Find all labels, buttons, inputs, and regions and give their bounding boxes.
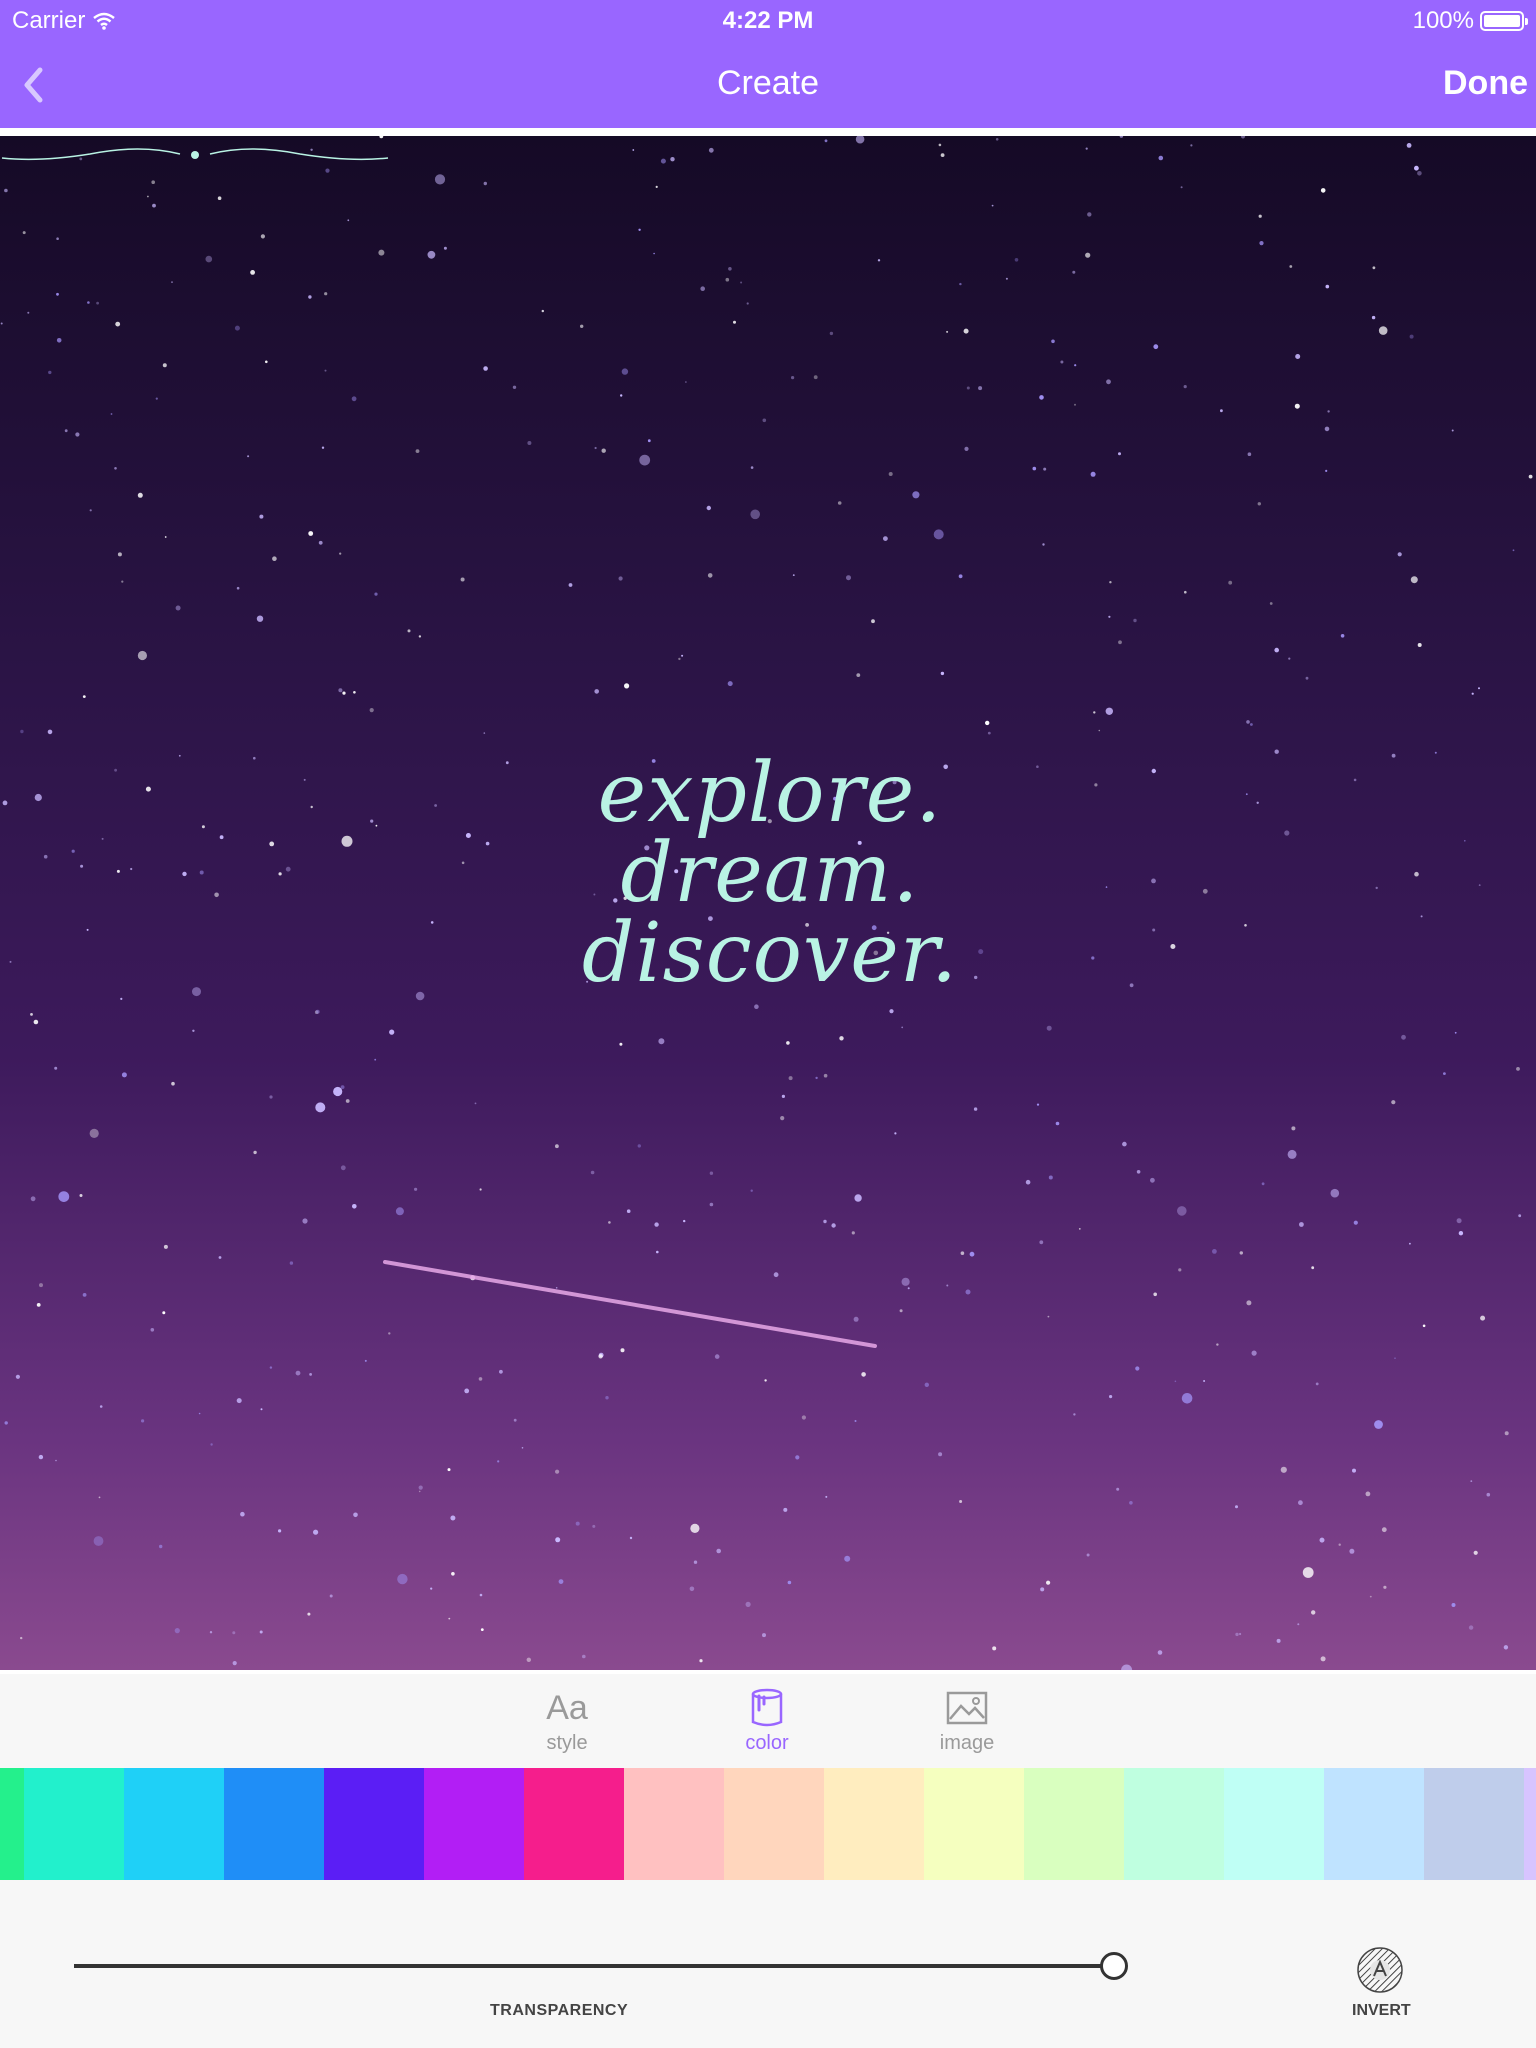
color-swatch[interactable]: [324, 1768, 424, 1880]
color-swatch[interactable]: [24, 1768, 124, 1880]
tab-image[interactable]: image: [912, 1684, 1022, 1755]
battery-icon: [1480, 11, 1528, 31]
color-swatch[interactable]: [1424, 1768, 1524, 1880]
color-swatch[interactable]: [1324, 1768, 1424, 1880]
text-style-icon: Aa: [546, 1688, 588, 1727]
page-title: Create: [716, 64, 820, 102]
color-swatch[interactable]: [1124, 1768, 1224, 1880]
tab-color[interactable]: color: [712, 1684, 822, 1755]
color-swatch[interactable]: [1024, 1768, 1124, 1880]
editor-toolbar: Aa style color image: [0, 1670, 1536, 1774]
color-swatch[interactable]: [1524, 1768, 1536, 1880]
paint-bucket-icon: [751, 1688, 783, 1727]
clock: 4:22 PM: [722, 7, 814, 34]
status-bar: Carrier 4:22 PM 100%: [0, 0, 1536, 42]
divider: [0, 128, 1536, 136]
invert-label: INVERT: [1352, 2002, 1411, 2019]
color-swatch[interactable]: [624, 1768, 724, 1880]
transparency-label: TRANSPARENCY: [490, 2002, 629, 2019]
tab-image-label: image: [939, 1732, 995, 1754]
color-swatch[interactable]: [124, 1768, 224, 1880]
color-swatch[interactable]: [0, 1768, 24, 1880]
done-button[interactable]: Done: [1443, 64, 1528, 103]
bottom-controls: TRANSPARENCY INVERT: [0, 1880, 1536, 2048]
quote-text[interactable]: explore. dream. discover.: [480, 746, 1060, 1001]
tab-color-label: color: [745, 1732, 789, 1754]
transparency-slider-thumb[interactable]: [1100, 1952, 1128, 1980]
nav-bar: Create Done: [0, 42, 1536, 128]
battery-label: 100%: [1412, 7, 1474, 34]
color-swatch[interactable]: [724, 1768, 824, 1880]
color-swatch[interactable]: [924, 1768, 1024, 1880]
tab-style-label: style: [546, 1732, 588, 1754]
color-swatch[interactable]: [824, 1768, 924, 1880]
color-swatch[interactable]: [424, 1768, 524, 1880]
design-canvas[interactable]: explore. dream. discover.: [0, 136, 1536, 1670]
color-swatch[interactable]: [1224, 1768, 1324, 1880]
quote-line-1: explore.: [597, 746, 943, 841]
image-icon: [946, 1691, 988, 1725]
quote-line-2: dream.: [620, 826, 920, 921]
tab-style[interactable]: Aa style: [512, 1684, 622, 1755]
color-swatch[interactable]: [224, 1768, 324, 1880]
invert-icon[interactable]: [1356, 1946, 1404, 1994]
flourish-divider: [1, 148, 389, 161]
battery-indicator: 100%: [1412, 7, 1528, 35]
color-palette: [0, 1768, 1536, 1880]
transparency-slider-track[interactable]: [74, 1964, 1106, 1968]
quote-line-3: discover.: [581, 906, 959, 1001]
color-swatch[interactable]: [524, 1768, 624, 1880]
